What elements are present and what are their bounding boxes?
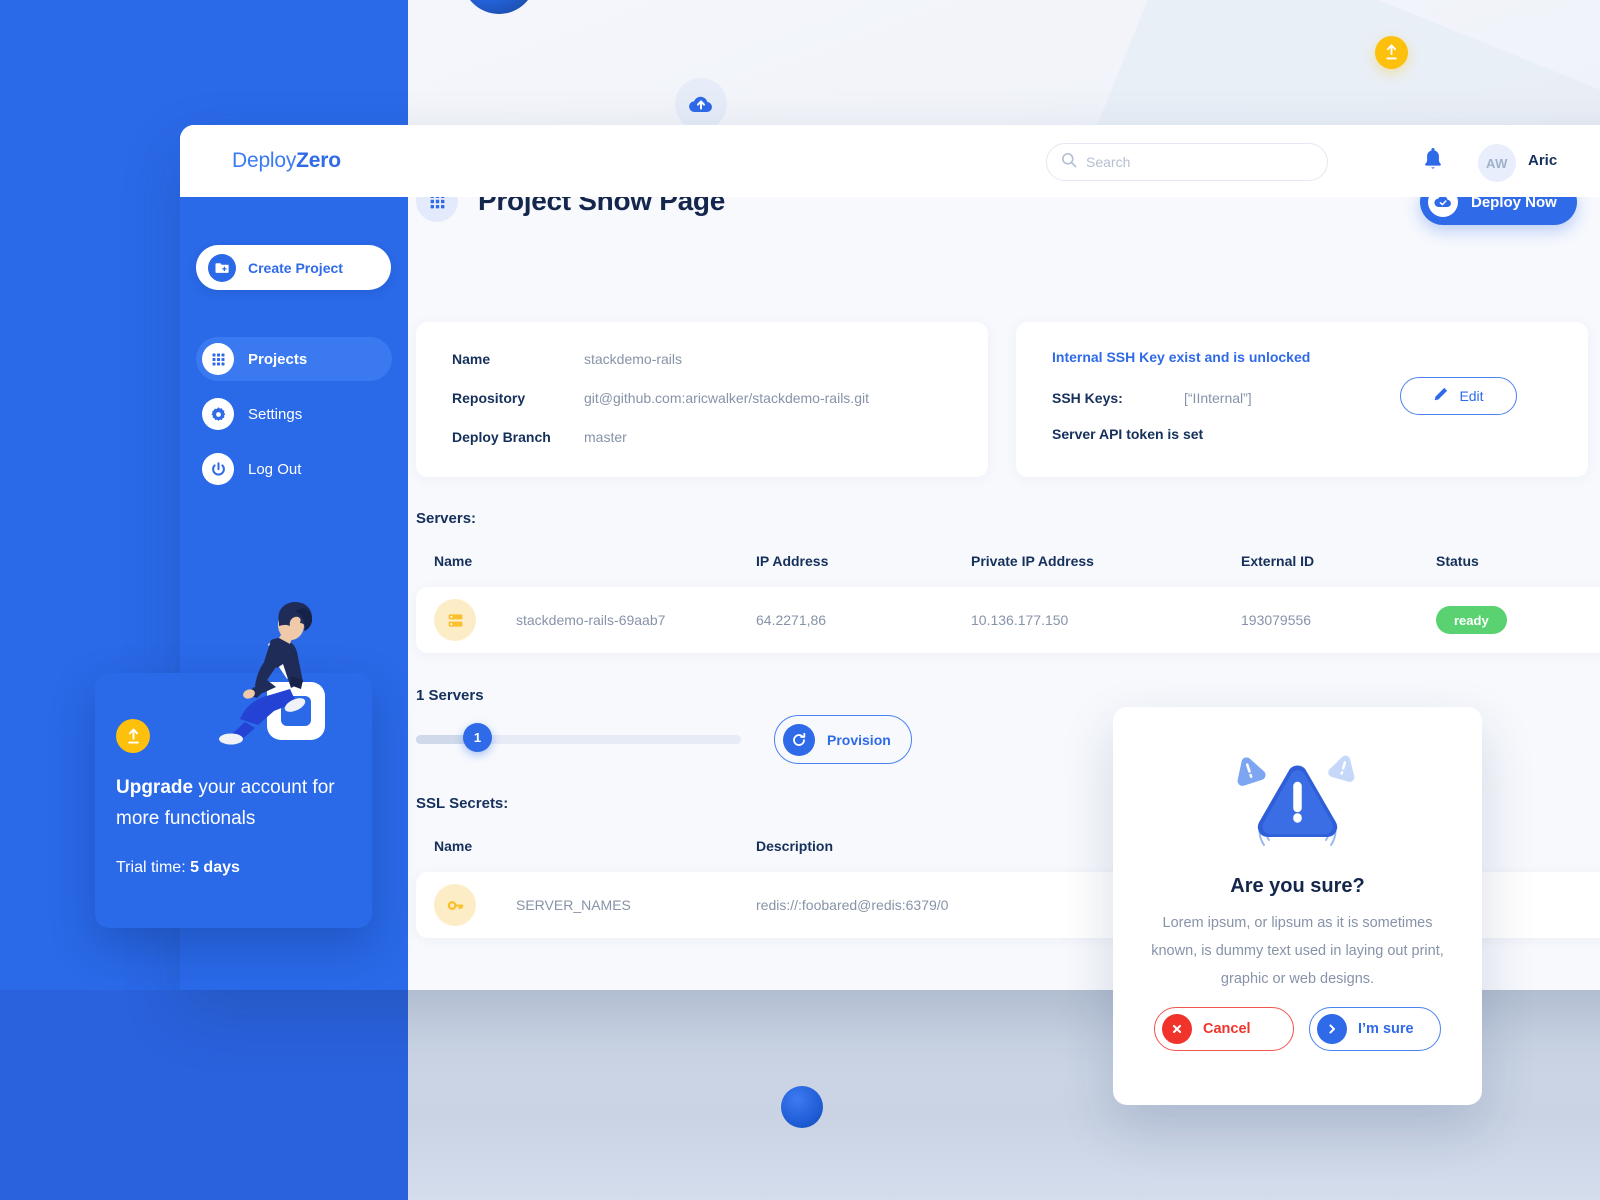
confirm-dialog: Are you sure? Lorem ipsum, or lipsum as … xyxy=(1113,707,1482,1105)
promo-trial-value: 5 days xyxy=(190,859,240,876)
sidebar-item-logout[interactable]: Log Out xyxy=(196,447,392,491)
info-key: Repository xyxy=(452,390,526,406)
sidebar-nav: Projects Settings Log Out xyxy=(196,337,392,502)
gear-icon xyxy=(202,398,234,430)
table-row[interactable]: stackdemo-rails-69aab7 64.2271,86 10.136… xyxy=(416,587,1600,653)
user-name[interactable]: Aric xyxy=(1528,152,1557,169)
provision-button[interactable]: Provision xyxy=(774,715,912,764)
sidebar-item-settings[interactable]: Settings xyxy=(196,392,392,436)
edit-ssh-button[interactable]: Edit xyxy=(1400,377,1517,415)
screen: DeployZero AW Aric xyxy=(0,0,1600,1200)
slider-handle[interactable]: 1 xyxy=(463,723,492,752)
pencil-icon xyxy=(1433,386,1449,407)
server-name: stackdemo-rails-69aab7 xyxy=(516,612,666,628)
info-key: Name xyxy=(452,351,491,367)
confirm-button[interactable]: I’m sure xyxy=(1309,1007,1441,1051)
provision-button-label: Provision xyxy=(827,731,891,748)
status-badge-cell: ready xyxy=(1436,606,1600,634)
sidebar-item-label: Settings xyxy=(248,405,303,423)
ssh-status-heading: Internal SSH Key exist and is unlocked xyxy=(1052,349,1311,365)
column-header-status: Status xyxy=(1436,553,1479,569)
close-icon xyxy=(1162,1014,1192,1044)
notifications-bell-icon[interactable] xyxy=(1422,147,1444,173)
cancel-button-label: Cancel xyxy=(1203,1021,1251,1037)
upgrade-badge-icon xyxy=(1375,36,1408,69)
grid-icon xyxy=(202,343,234,375)
dialog-body: Lorem ipsum, or lipsum as it is sometime… xyxy=(1151,915,1444,987)
servers-table: Name IP Address Private IP Address Exter… xyxy=(416,535,1600,653)
edit-ssh-label: Edit xyxy=(1459,388,1484,404)
power-icon xyxy=(202,453,234,485)
promo-trial-prefix: Trial time: xyxy=(116,859,191,876)
sidebar-item-label: Projects xyxy=(248,350,308,368)
backdrop-sidebar-fill xyxy=(0,990,408,1200)
upload-arrow-icon xyxy=(116,719,150,753)
top-bar: DeployZero AW Aric xyxy=(180,125,1600,197)
info-value-branch: master xyxy=(584,429,627,445)
server-private-ip: 10.136.177.150 xyxy=(971,612,1069,628)
sidebar-item-label: Log Out xyxy=(248,460,302,478)
promo-trial: Trial time: 5 days xyxy=(116,859,240,877)
refresh-icon xyxy=(783,723,815,756)
key-icon xyxy=(416,884,516,926)
server-ip: 64.2271,86 xyxy=(756,612,827,628)
server-external-id: 193079556 xyxy=(1241,612,1312,628)
chevron-right-icon xyxy=(1317,1014,1347,1044)
create-project-button[interactable]: Create Project xyxy=(196,245,391,290)
new-folder-icon xyxy=(208,253,236,282)
servers-table-header: Name IP Address Private IP Address Exter… xyxy=(416,535,1600,587)
search-input[interactable] xyxy=(1086,154,1306,170)
cloud-upload-icon xyxy=(675,78,727,130)
ssh-keys-label: SSH Keys: xyxy=(1052,390,1123,406)
project-info-card: Name stackdemo-rails Repository git@gith… xyxy=(416,322,988,477)
status-badge: ready xyxy=(1436,606,1507,634)
column-header-private-ip: Private IP Address xyxy=(971,553,1094,569)
logo-light: Deploy xyxy=(232,149,297,172)
column-header-ip: IP Address xyxy=(756,553,829,569)
sidebar-item-projects[interactable]: Projects xyxy=(196,337,392,381)
servers-section-label: Servers: xyxy=(416,510,477,527)
info-key: Deploy Branch xyxy=(452,429,551,445)
confirm-button-label: I’m sure xyxy=(1358,1021,1414,1037)
server-api-token-note: Server API token is set xyxy=(1052,426,1204,442)
column-header-name: Name xyxy=(434,838,473,854)
logo-bold: Zero xyxy=(296,149,341,172)
info-value-repository: git@github.com:aricwalker/stackdemo-rail… xyxy=(584,390,869,406)
column-header-name: Name xyxy=(434,553,473,569)
promo-highlight: Upgrade xyxy=(116,777,194,798)
search-bar[interactable] xyxy=(1046,143,1328,181)
create-project-label: Create Project xyxy=(248,259,343,276)
warning-icon xyxy=(1237,755,1355,846)
promo-message: Upgrade your account for more functional… xyxy=(116,773,351,835)
avatar[interactable]: AW xyxy=(1478,144,1516,182)
cancel-button[interactable]: Cancel xyxy=(1154,1007,1294,1051)
dialog-title: Are you sure? xyxy=(1230,875,1365,897)
app-logo[interactable]: DeployZero xyxy=(180,149,408,173)
search-icon xyxy=(1061,152,1077,173)
server-icon xyxy=(416,599,516,641)
server-count-label: 1 Servers xyxy=(416,687,484,704)
ssl-section-label: SSL Secrets: xyxy=(416,795,509,812)
ssl-secret-name: SERVER_NAMES xyxy=(516,897,631,913)
ssh-key-card: Internal SSH Key exist and is unlocked S… xyxy=(1016,322,1588,477)
column-header-external-id: External ID xyxy=(1241,553,1315,569)
project-info-rows: Name stackdemo-rails Repository git@gith… xyxy=(416,322,988,477)
decorative-sphere-bottom xyxy=(781,1086,823,1128)
info-value-name: stackdemo-rails xyxy=(584,351,683,367)
ssh-keys-value: [“IInternal”] xyxy=(1184,390,1252,406)
promo-illustration xyxy=(219,602,325,745)
